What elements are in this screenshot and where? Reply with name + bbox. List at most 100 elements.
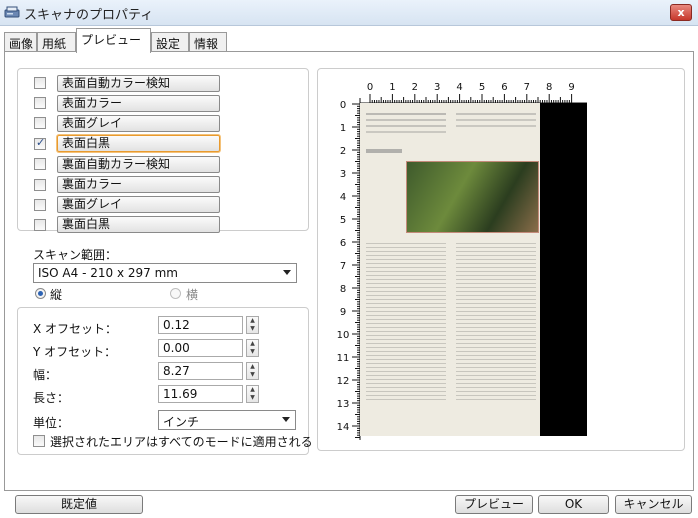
scan-area-select[interactable]: ISO A4 - 210 x 297 mm [33,263,297,283]
spin-down-icon[interactable]: ▼ [247,371,258,379]
ruler-left: 01234567891011121314 [337,98,361,440]
length-spinner[interactable]: ▲ ▼ [246,385,259,403]
ruler-left-label: 0 [340,100,346,111]
ruler-top-label: 7 [524,82,530,93]
mode-checkbox[interactable] [34,199,46,211]
scanner-icon [4,6,20,18]
ruler-left-label: 14 [337,422,350,433]
ruler-top: 0 1 2 3 4 5 6 7 8 9 [360,82,587,104]
ruler-top-label: 8 [546,82,552,93]
text-line [366,149,402,153]
ruler-top-label: 3 [434,82,440,93]
title-bar: スキャナのプロパティ x [0,0,698,26]
mode-checkbox[interactable] [34,77,46,89]
length-input[interactable]: 11.69 [158,385,243,403]
text-line [366,125,446,127]
close-button[interactable]: x [670,4,692,21]
mode-front-color[interactable]: 表面カラー [57,95,220,112]
spin-up-icon[interactable]: ▲ [247,363,258,371]
mode-checkbox-checked[interactable] [34,136,46,150]
dropdown-arrow-icon [282,417,290,422]
unit-label: 単位： [33,416,70,430]
spin-up-icon[interactable]: ▲ [247,386,258,394]
text-line [366,131,446,133]
mode-checkbox[interactable] [34,158,46,170]
ok-button[interactable]: OK [538,495,609,514]
text-line [366,113,446,115]
ruler-top-label: 9 [568,82,574,93]
ruler-left-label: 13 [337,399,350,410]
ruler-top-label: 6 [501,82,507,93]
x-offset-input[interactable]: 0.12 [158,316,243,334]
preview-button[interactable]: プレビュー [455,495,533,514]
scanned-page [360,103,540,436]
ruler-left-label: 8 [340,284,346,295]
text-line [456,125,536,127]
spin-up-icon[interactable]: ▲ [247,317,258,325]
cancel-button[interactable]: キャンセル [615,495,692,514]
mode-back-gray[interactable]: 裏面グレイ [57,196,220,213]
unit-value: インチ [163,415,200,429]
ruler-left-label: 10 [337,330,350,341]
ruler-left-label: 7 [340,261,346,272]
tab-preview[interactable]: プレビュー [76,28,151,53]
ruler-top-label: 1 [389,82,395,93]
scanned-document-preview[interactable] [360,103,587,436]
landscape-radio[interactable] [170,288,181,299]
ruler-left-label: 6 [340,238,346,249]
ruler-left-label: 4 [340,192,346,203]
y-offset-label: Y オフセット： [33,345,117,359]
dropdown-arrow-icon [283,270,291,275]
ruler-left-label: 2 [340,146,346,157]
spin-up-icon[interactable]: ▲ [247,340,258,348]
spin-down-icon[interactable]: ▼ [247,348,258,356]
ruler-left-label: 11 [337,353,350,364]
mode-front-auto-color[interactable]: 表面自動カラー検知 [57,75,220,92]
mode-front-bw[interactable]: 表面白黒 [57,135,220,152]
mode-back-color[interactable]: 裏面カラー [57,176,220,193]
apply-all-checkbox[interactable] [33,435,45,447]
mode-checkbox[interactable] [34,179,46,191]
tab-settings[interactable]: 設定 [151,32,189,52]
spin-down-icon[interactable]: ▼ [247,394,258,402]
unit-select[interactable]: インチ [158,410,296,430]
tab-info[interactable]: 情報 [189,32,227,52]
tab-paper[interactable]: 用紙 [37,32,76,52]
scan-area-value: ISO A4 - 210 x 297 mm [38,266,178,280]
length-label: 長さ： [33,391,70,405]
landscape-label: 横 [186,288,199,302]
text-line [456,119,536,121]
mode-checkbox[interactable] [34,117,46,129]
ruler-top-label: 4 [456,82,462,93]
document-photo [406,161,539,233]
portrait-label: 縦 [50,288,63,302]
width-label: 幅： [33,368,58,382]
y-offset-spinner[interactable]: ▲ ▼ [246,339,259,357]
portrait-radio[interactable] [35,288,46,299]
tab-image[interactable]: 画像 [4,32,37,52]
scan-area-label: スキャン範囲： [33,248,118,262]
ruler-top-label: 0 [367,82,373,93]
default-button[interactable]: 既定値 [15,495,143,514]
window-title: スキャナのプロパティ [24,8,154,23]
width-input[interactable]: 8.27 [158,362,243,380]
y-offset-input[interactable]: 0.00 [158,339,243,357]
text-column [366,243,446,403]
spin-down-icon[interactable]: ▼ [247,325,258,333]
width-spinner[interactable]: ▲ ▼ [246,362,259,380]
x-offset-label: X オフセット： [33,322,118,336]
ruler-top-label: 2 [412,82,418,93]
x-offset-spinner[interactable]: ▲ ▼ [246,316,259,334]
ruler-left-label: 5 [340,215,346,226]
ruler-left-label: 3 [340,169,346,180]
ruler-top-label: 5 [479,82,485,93]
text-column [456,243,536,403]
mode-back-bw[interactable]: 裏面白黒 [57,216,220,233]
mode-checkbox[interactable] [34,97,46,109]
text-line [456,113,536,115]
text-line [366,119,446,121]
mode-front-gray[interactable]: 表面グレイ [57,115,220,132]
mode-checkbox[interactable] [34,219,46,231]
mode-back-auto-color[interactable]: 裏面自動カラー検知 [57,156,220,173]
ruler-left-label: 12 [337,376,350,387]
